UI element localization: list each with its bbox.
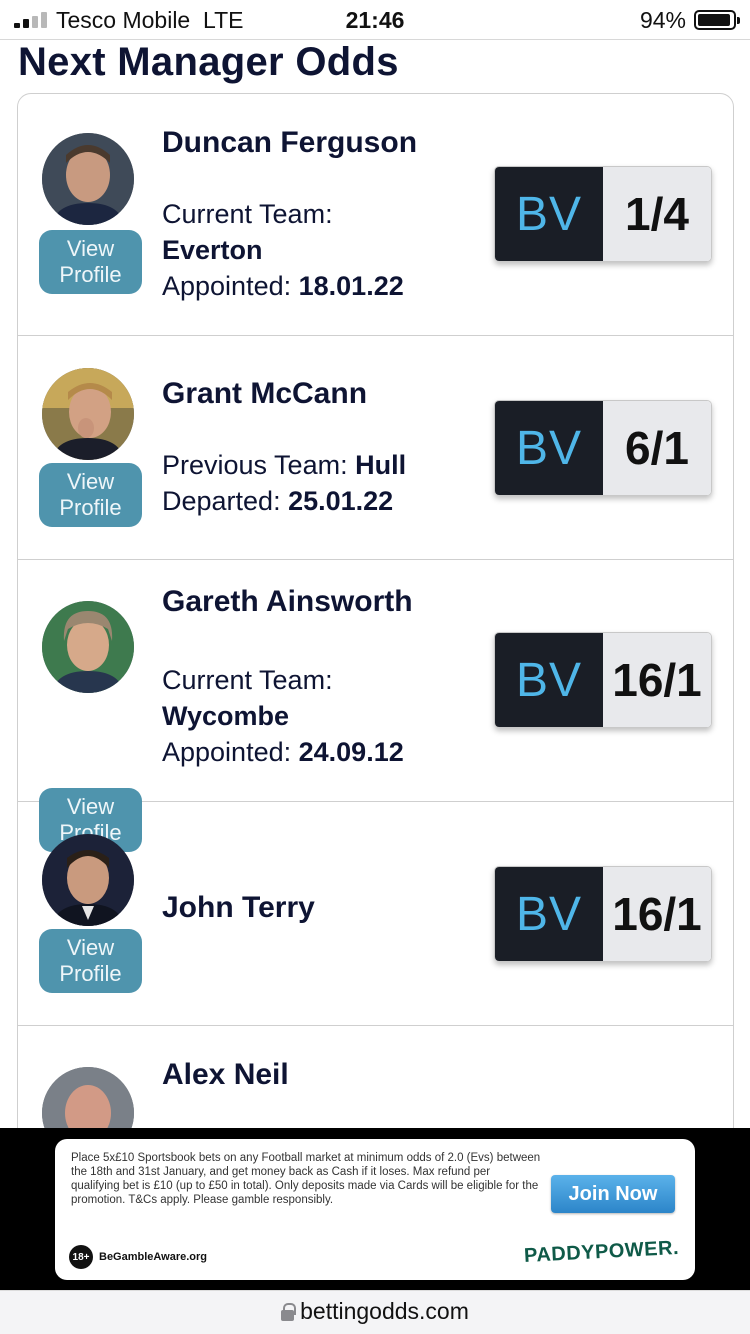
join-now-button[interactable]: Join Now	[551, 1175, 675, 1213]
manager-details: Current Team: Everton Appointed: 18.01.2…	[162, 199, 404, 301]
browser-url-bar[interactable]: bettingodds.com	[0, 1290, 750, 1334]
view-profile-button[interactable]: View Profile	[39, 929, 142, 993]
manager-photo	[42, 368, 134, 460]
bv-logo: BV	[495, 401, 603, 495]
manager-photo	[42, 834, 134, 926]
manager-card: View Profile Duncan Ferguson Current Tea…	[18, 94, 733, 336]
url-display[interactable]: bettingodds.com	[281, 1298, 469, 1325]
manager-name: Gareth Ainsworth	[162, 585, 413, 618]
ad-terms-text: Place 5x£10 Sportsbook bets on any Footb…	[71, 1152, 541, 1206]
ad-card[interactable]: Place 5x£10 Sportsbook bets on any Footb…	[55, 1139, 695, 1280]
battery-icon	[694, 10, 740, 30]
manager-card: View Profile Grant McCann Previous Team:…	[18, 336, 733, 560]
url-text: bettingodds.com	[300, 1298, 469, 1324]
odds-value: 16/1	[603, 633, 711, 727]
battery-percent: 94%	[639, 7, 686, 33]
manager-name: Grant McCann	[162, 377, 368, 410]
ad-banner: Place 5x£10 Sportsbook bets on any Footb…	[0, 1128, 750, 1290]
manager-details: Previous Team: Hull Departed: 25.01.22	[162, 450, 407, 516]
odds-value: 6/1	[603, 401, 711, 495]
status-bar: Tesco Mobile LTE 21:46 94%	[0, 0, 750, 40]
age-18-icon: 18+	[69, 1245, 93, 1269]
bv-logo: BV	[495, 867, 603, 961]
odds-button[interactable]: BV 6/1	[494, 400, 712, 496]
manager-card: View Profile John Terry BV 16/1	[18, 802, 733, 1026]
manager-details: Current Team: Wycombe Appointed: 24.09.1…	[162, 665, 404, 767]
clock: 21:46	[345, 7, 405, 33]
manager-photo	[42, 133, 134, 225]
view-profile-button[interactable]: View Profile	[39, 463, 142, 527]
odds-button[interactable]: BV 16/1	[494, 866, 712, 962]
lock-icon	[281, 1302, 297, 1321]
manager-card: View Profile Gareth Ainsworth Current Te…	[18, 560, 733, 852]
bv-logo: BV	[495, 167, 603, 261]
manager-name: Alex Neil	[162, 1058, 289, 1091]
view-profile-button[interactable]: View Profile	[39, 230, 142, 294]
bv-logo: BV	[495, 633, 603, 727]
manager-name: Duncan Ferguson	[162, 126, 418, 159]
manager-photo	[42, 601, 134, 693]
manager-list: View Profile Duncan Ferguson Current Tea…	[17, 93, 734, 1133]
paddypower-logo: PADDYPOWER.	[523, 1236, 680, 1268]
manager-card: Alex Neil BV	[18, 1026, 733, 1132]
odds-value: 1/4	[603, 167, 711, 261]
odds-button[interactable]: BV 16/1	[494, 632, 712, 728]
page-title: Next Manager Odds	[18, 40, 399, 84]
manager-photo	[42, 1067, 134, 1132]
odds-value: 16/1	[603, 867, 711, 961]
manager-name: John Terry	[162, 891, 315, 924]
gamble-aware-logo: 18+ BeGambleAware.org	[69, 1245, 207, 1269]
odds-button[interactable]: BV 1/4	[494, 166, 712, 262]
